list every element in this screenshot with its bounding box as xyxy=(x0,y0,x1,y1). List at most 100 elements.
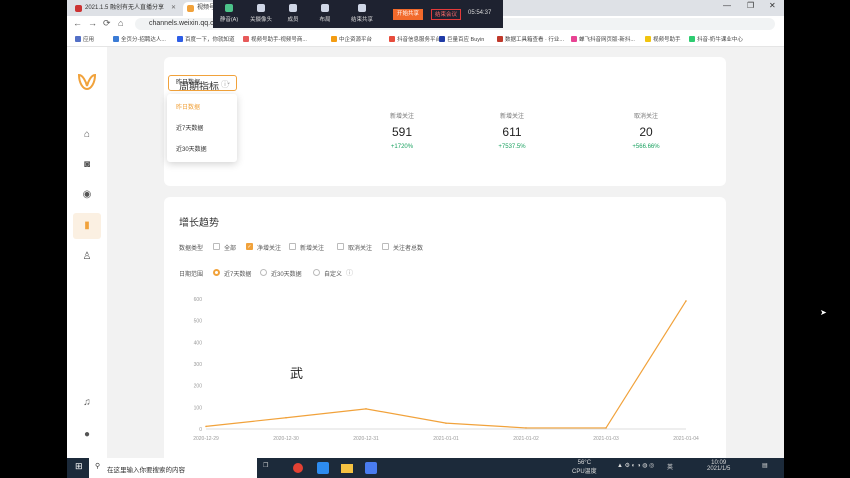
metric-label: 取消关注 xyxy=(633,114,658,120)
bookmark-favicon-icon xyxy=(113,36,119,42)
close-icon[interactable]: ✕ xyxy=(171,2,176,14)
bookmark-label: 全页分-招聘达人... xyxy=(121,37,166,43)
growth-trend-card: 增长趋势 数据类型 全部 ✓ 净增关注 新增关注 取消关注 关注者总数 日期范围… xyxy=(164,197,726,467)
option-30-days[interactable]: 近30天数据 xyxy=(176,144,207,153)
bookmark-item[interactable]: 抖音信息服务平台 xyxy=(389,35,441,43)
y-tick-label: 300 xyxy=(194,362,203,368)
x-tick-label: 2020-12-29 xyxy=(193,436,219,442)
radio-30-days[interactable] xyxy=(260,269,267,276)
bell-icon[interactable]: ♫ xyxy=(79,395,95,411)
bookmark-favicon-icon xyxy=(571,36,577,42)
back-button[interactable]: ← xyxy=(73,18,82,28)
x-tick-label: 2020-12-31 xyxy=(353,436,379,442)
metric-value: 20 xyxy=(639,125,653,139)
checkbox-all[interactable] xyxy=(213,243,220,250)
close-window-button[interactable]: ✕ xyxy=(769,1,776,10)
data-point xyxy=(445,422,447,424)
period-select[interactable]: 昨日数据 ⌄ xyxy=(168,75,237,91)
bookmark-item[interactable]: 巨量百应 Buyin xyxy=(439,35,484,43)
stats-icon[interactable]: ▮ xyxy=(73,213,101,239)
metric-value: 611 xyxy=(502,125,522,139)
meeting-toolbar: 静音(A) 关摄像头 成员 布局 结束共享 开始共享 结束会议 05:54:37 xyxy=(213,0,503,28)
info-icon[interactable]: ⓘ xyxy=(346,268,353,278)
camera-icon[interactable]: ◙ xyxy=(79,157,95,173)
bookmark-item[interactable]: 蝉飞抖音网页版-新抖... xyxy=(571,35,635,43)
maximize-button[interactable]: ❐ xyxy=(747,1,754,10)
app-icon[interactable] xyxy=(365,462,377,474)
option-yesterday[interactable]: 昨日数据 xyxy=(176,102,200,111)
taskbar-search-box[interactable]: ⚲ 在这里输入你要搜索的内容 xyxy=(89,458,257,478)
user-icon[interactable]: ♙ xyxy=(79,249,95,265)
bookmark-item[interactable]: 应用 xyxy=(75,35,94,43)
metric-unfollow: 取消关注 20 +566.66% xyxy=(606,111,686,150)
layout-icon xyxy=(321,4,329,12)
camera-off-button[interactable]: 关摄像头 xyxy=(249,4,273,23)
end-meeting-button[interactable]: 结束会议 xyxy=(431,9,461,20)
live-icon[interactable]: ◉ xyxy=(79,187,95,203)
bookmark-favicon-icon xyxy=(389,36,395,42)
period-metrics-card: 周期指标 ⓘ 新增关注 591 +1720% 新增关注 611 +7537.5%… xyxy=(164,57,726,186)
radio-7-days[interactable] xyxy=(213,269,220,276)
minimize-button[interactable]: — xyxy=(723,1,731,10)
home-button[interactable]: ⌂ xyxy=(118,18,123,28)
bookmarks-bar: 应用 全页分-招聘达人... 百度一下，你就知道 视频号助手-视频号商... 中企资源平… xyxy=(67,32,784,47)
data-point xyxy=(285,416,287,419)
bookmark-item[interactable]: 抖音-奶牛课业中心 xyxy=(689,35,743,43)
bookmark-item[interactable]: 视频号助手-视频号商... xyxy=(243,35,307,43)
notification-icon[interactable]: ▤ xyxy=(762,462,768,469)
chrome-icon[interactable] xyxy=(293,463,303,473)
y-tick-label: 600 xyxy=(194,297,203,303)
weather-widget[interactable]: 56°C CPU温度 xyxy=(572,460,597,475)
microphone-icon xyxy=(225,4,233,12)
bookmark-label: 应用 xyxy=(83,37,95,43)
checkbox-total-followers[interactable] xyxy=(382,243,389,250)
channels-logo-icon xyxy=(77,73,97,91)
checkbox-unfollow[interactable] xyxy=(337,243,344,250)
y-tick-label: 500 xyxy=(194,319,203,325)
bookmark-favicon-icon xyxy=(645,36,651,42)
period-dropdown-menu: 昨日数据 近7天数据 近30天数据 xyxy=(167,94,237,162)
bookmark-item[interactable]: 百度一下，你就知道 xyxy=(177,35,235,43)
members-button[interactable]: 成员 xyxy=(281,4,305,23)
home-icon[interactable]: ⌂ xyxy=(79,127,95,143)
data-point xyxy=(365,408,367,410)
share-label: 结束共享 xyxy=(350,17,373,23)
metric-change: +566.66% xyxy=(632,144,660,150)
bookmark-item[interactable]: 中企资源平台 xyxy=(331,35,372,43)
tab-live-share[interactable]: 2021.1.5 融创有无人直播分享 ✕ xyxy=(71,2,179,16)
layout-button[interactable]: 布局 xyxy=(313,4,337,23)
search-icon: ⚲ xyxy=(95,463,101,470)
taskbar: ⊞ ⚲ 在这里输入你要搜索的内容 ❐ 56°C CPU温度 ▲ ⚙ ◐ ◑ ◍ ◎… xyxy=(67,458,784,478)
mute-button[interactable]: 静音(A) xyxy=(217,4,241,23)
forward-button[interactable]: → xyxy=(88,18,97,28)
avatar-icon[interactable]: ● xyxy=(79,427,95,443)
radio-custom[interactable] xyxy=(313,269,320,276)
bookmark-item[interactable]: 视频号助手 xyxy=(645,35,681,43)
meeting-app-icon[interactable] xyxy=(317,462,329,474)
checkbox-new-follow[interactable] xyxy=(289,243,296,250)
input-language[interactable]: 英 xyxy=(667,462,673,471)
bookmark-item[interactable]: 全页分-招聘达人... xyxy=(113,35,166,43)
checkbox-label: 新增关注 xyxy=(300,246,325,252)
data-point xyxy=(685,300,687,302)
checkbox-net-follow[interactable]: ✓ xyxy=(246,243,253,250)
tray-icons[interactable]: ▲ ⚙ ◐ ◑ ◍ ◎ xyxy=(617,462,654,469)
radio-label: 近7天数据 xyxy=(224,272,252,278)
folder-icon[interactable] xyxy=(341,464,353,473)
period-select-value: 昨日数据 xyxy=(176,80,201,86)
task-view-icon[interactable]: ❐ xyxy=(263,462,268,469)
option-7-days[interactable]: 近7天数据 xyxy=(176,123,203,132)
bookmark-item[interactable]: 数据工具箱查看 · 行业... xyxy=(497,35,564,43)
clock[interactable]: 10:09 2021/1/5 xyxy=(707,460,730,472)
metric-label: 新增关注 xyxy=(389,114,414,120)
data-point xyxy=(605,427,607,429)
camera-label: 关摄像头 xyxy=(249,17,272,23)
checkbox-label: 取消关注 xyxy=(348,246,373,252)
windows-start-icon[interactable]: ⊞ xyxy=(75,461,83,472)
bookmark-label: 视频号助手-视频号商... xyxy=(251,37,307,43)
reload-button[interactable]: ⟳ xyxy=(103,18,111,29)
metric-change: +7537.5% xyxy=(498,144,526,150)
share-screen-button[interactable]: 结束共享 xyxy=(347,4,377,23)
start-share-button[interactable]: 开始共享 xyxy=(393,9,423,20)
bookmark-favicon-icon xyxy=(177,36,183,42)
